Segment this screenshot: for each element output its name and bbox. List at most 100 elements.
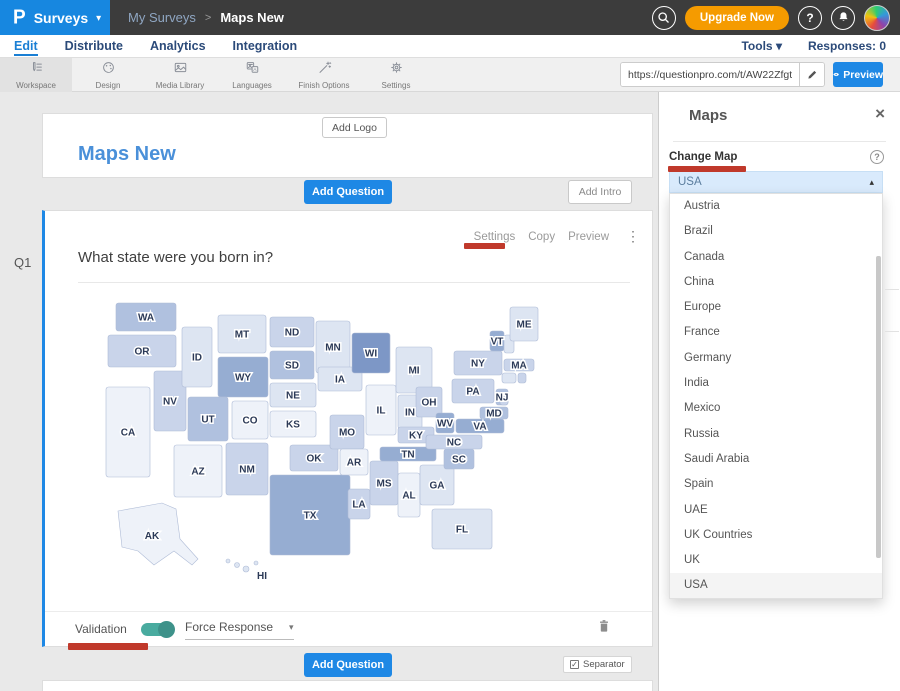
- product-switcher[interactable]: P Surveys ▾: [0, 0, 110, 35]
- question-text[interactable]: What state were you born in?: [78, 249, 273, 266]
- breadcrumb-my-surveys[interactable]: My Surveys: [128, 10, 196, 25]
- state-hi[interactable]: [254, 561, 258, 565]
- svg-text:CO: CO: [243, 416, 258, 427]
- chevron-down-icon: ▾: [96, 13, 101, 24]
- bell-icon[interactable]: [831, 6, 855, 30]
- add-logo-button[interactable]: Add Logo: [322, 117, 387, 138]
- question-action-settings[interactable]: Settings: [474, 231, 516, 243]
- panel-title: Maps: [689, 107, 727, 124]
- kebab-menu-icon[interactable]: ⋮: [626, 228, 640, 245]
- state-ct[interactable]: [502, 373, 516, 383]
- help-icon[interactable]: ?: [798, 6, 822, 30]
- search-icon[interactable]: [652, 6, 676, 30]
- chevron-down-icon: ▾: [776, 39, 782, 53]
- svg-text:CA: CA: [121, 428, 135, 439]
- toolbar-item-label: Workspace: [16, 81, 56, 90]
- state-hi[interactable]: [235, 563, 240, 568]
- svg-text:HI: HI: [257, 571, 267, 582]
- survey-title[interactable]: Maps New: [78, 143, 176, 166]
- survey-url-input[interactable]: [621, 63, 799, 86]
- toolbar-item-media-library[interactable]: Media Library: [144, 58, 216, 92]
- nav-tabs: Edit Distribute Analytics Integration: [14, 37, 297, 56]
- map-option-russia[interactable]: Russia: [670, 422, 882, 447]
- toolbar-item-languages[interactable]: ALanguages: [216, 58, 288, 92]
- map-option-india[interactable]: India: [670, 371, 882, 396]
- tools-menu[interactable]: Tools ▾: [741, 39, 781, 53]
- close-icon[interactable]: ×: [875, 105, 885, 122]
- toolbar-item-design[interactable]: Design: [72, 58, 144, 92]
- survey-nav: Edit Distribute Analytics Integration Tools…: [0, 35, 900, 58]
- delete-question-icon[interactable]: [596, 617, 616, 637]
- annotation-underline-settings: [464, 243, 505, 249]
- product-name: Surveys: [34, 10, 88, 26]
- map-option-spain[interactable]: Spain: [670, 472, 882, 497]
- state-hi[interactable]: [226, 559, 230, 563]
- svg-text:MI: MI: [408, 366, 419, 377]
- validation-divider: [45, 611, 652, 612]
- settings-icon: [389, 60, 404, 80]
- add-question-button-top[interactable]: Add Question: [304, 180, 392, 204]
- map-option-uae[interactable]: UAE: [670, 498, 882, 523]
- map-select-value: USA: [678, 176, 702, 188]
- avatar[interactable]: [864, 5, 890, 31]
- separator-toggle[interactable]: ✓ Separator: [563, 656, 632, 673]
- state-ri[interactable]: [518, 373, 526, 383]
- svg-text:ND: ND: [285, 328, 299, 339]
- map-option-china[interactable]: China: [670, 270, 882, 295]
- toolbar-item-finish-options[interactable]: Finish Options: [288, 58, 360, 92]
- tab-analytics[interactable]: Analytics: [150, 37, 206, 56]
- question-action-copy[interactable]: Copy: [528, 231, 555, 243]
- edit-url-pencil-icon[interactable]: [799, 63, 824, 86]
- question-action-preview[interactable]: Preview: [568, 231, 609, 243]
- map-option-canada[interactable]: Canada: [670, 245, 882, 270]
- preview-button[interactable]: Preview: [833, 62, 883, 87]
- validation-toggle[interactable]: [141, 623, 173, 636]
- breadcrumb-survey-name: Maps New: [220, 10, 284, 25]
- toolbar-item-label: Design: [96, 81, 121, 90]
- svg-text:MS: MS: [377, 479, 392, 490]
- map-option-austria[interactable]: Austria: [670, 194, 882, 219]
- upgrade-now-button[interactable]: Upgrade Now: [685, 6, 789, 30]
- map-option-brazil[interactable]: Brazil: [670, 219, 882, 244]
- usa-map[interactable]: WAORCANVIDMTWYUTCOAZNMNDSDNEKSOKTXMNIAMO…: [100, 299, 555, 599]
- dropdown-scrollbar[interactable]: [876, 256, 881, 558]
- svg-text:NC: NC: [447, 438, 461, 449]
- annotation-underline-validation: [68, 643, 148, 650]
- survey-url-group: [620, 62, 825, 87]
- nav-right: Tools ▾ Responses: 0: [741, 39, 886, 53]
- tab-distribute[interactable]: Distribute: [65, 37, 123, 56]
- map-option-europe[interactable]: Europe: [670, 295, 882, 320]
- map-option-france[interactable]: France: [670, 320, 882, 345]
- question-card: Settings Copy Preview ⋮ What state were yo…: [42, 210, 653, 647]
- svg-text:ME: ME: [517, 320, 532, 331]
- add-question-button-bottom[interactable]: Add Question: [304, 653, 392, 677]
- tab-edit[interactable]: Edit: [14, 37, 38, 56]
- toolbar-item-workspace[interactable]: Workspace: [0, 58, 72, 92]
- chevron-up-icon: ▴: [869, 177, 874, 188]
- hidden-panel-edge: [885, 289, 899, 290]
- toolbar-item-settings[interactable]: Settings: [360, 58, 432, 92]
- map-option-uk-countries[interactable]: UK Countries: [670, 523, 882, 548]
- map-option-uk[interactable]: UK: [670, 548, 882, 573]
- svg-text:AL: AL: [402, 491, 415, 502]
- map-select[interactable]: USA ▴: [669, 171, 883, 193]
- map-option-usa[interactable]: USA: [670, 573, 882, 598]
- responses-count: Responses: 0: [808, 39, 886, 53]
- svg-text:AK: AK: [145, 531, 160, 542]
- chevron-down-icon: ▾: [289, 622, 294, 633]
- svg-text:MD: MD: [486, 409, 502, 420]
- add-intro-button[interactable]: Add Intro: [568, 180, 632, 204]
- svg-text:MO: MO: [339, 428, 355, 439]
- change-map-help-icon[interactable]: ?: [870, 150, 884, 164]
- media-library-icon: [173, 60, 188, 80]
- svg-text:NV: NV: [163, 397, 177, 408]
- svg-text:MT: MT: [235, 330, 249, 341]
- tab-integration[interactable]: Integration: [233, 37, 298, 56]
- state-hi[interactable]: [243, 566, 249, 572]
- map-option-saudi-arabia[interactable]: Saudi Arabia: [670, 447, 882, 472]
- map-option-mexico[interactable]: Mexico: [670, 396, 882, 421]
- svg-text:PA: PA: [466, 387, 479, 398]
- map-option-germany[interactable]: Germany: [670, 346, 882, 371]
- force-response-dropdown[interactable]: Force Response ▾: [185, 620, 294, 640]
- workspace-icon: [29, 60, 44, 80]
